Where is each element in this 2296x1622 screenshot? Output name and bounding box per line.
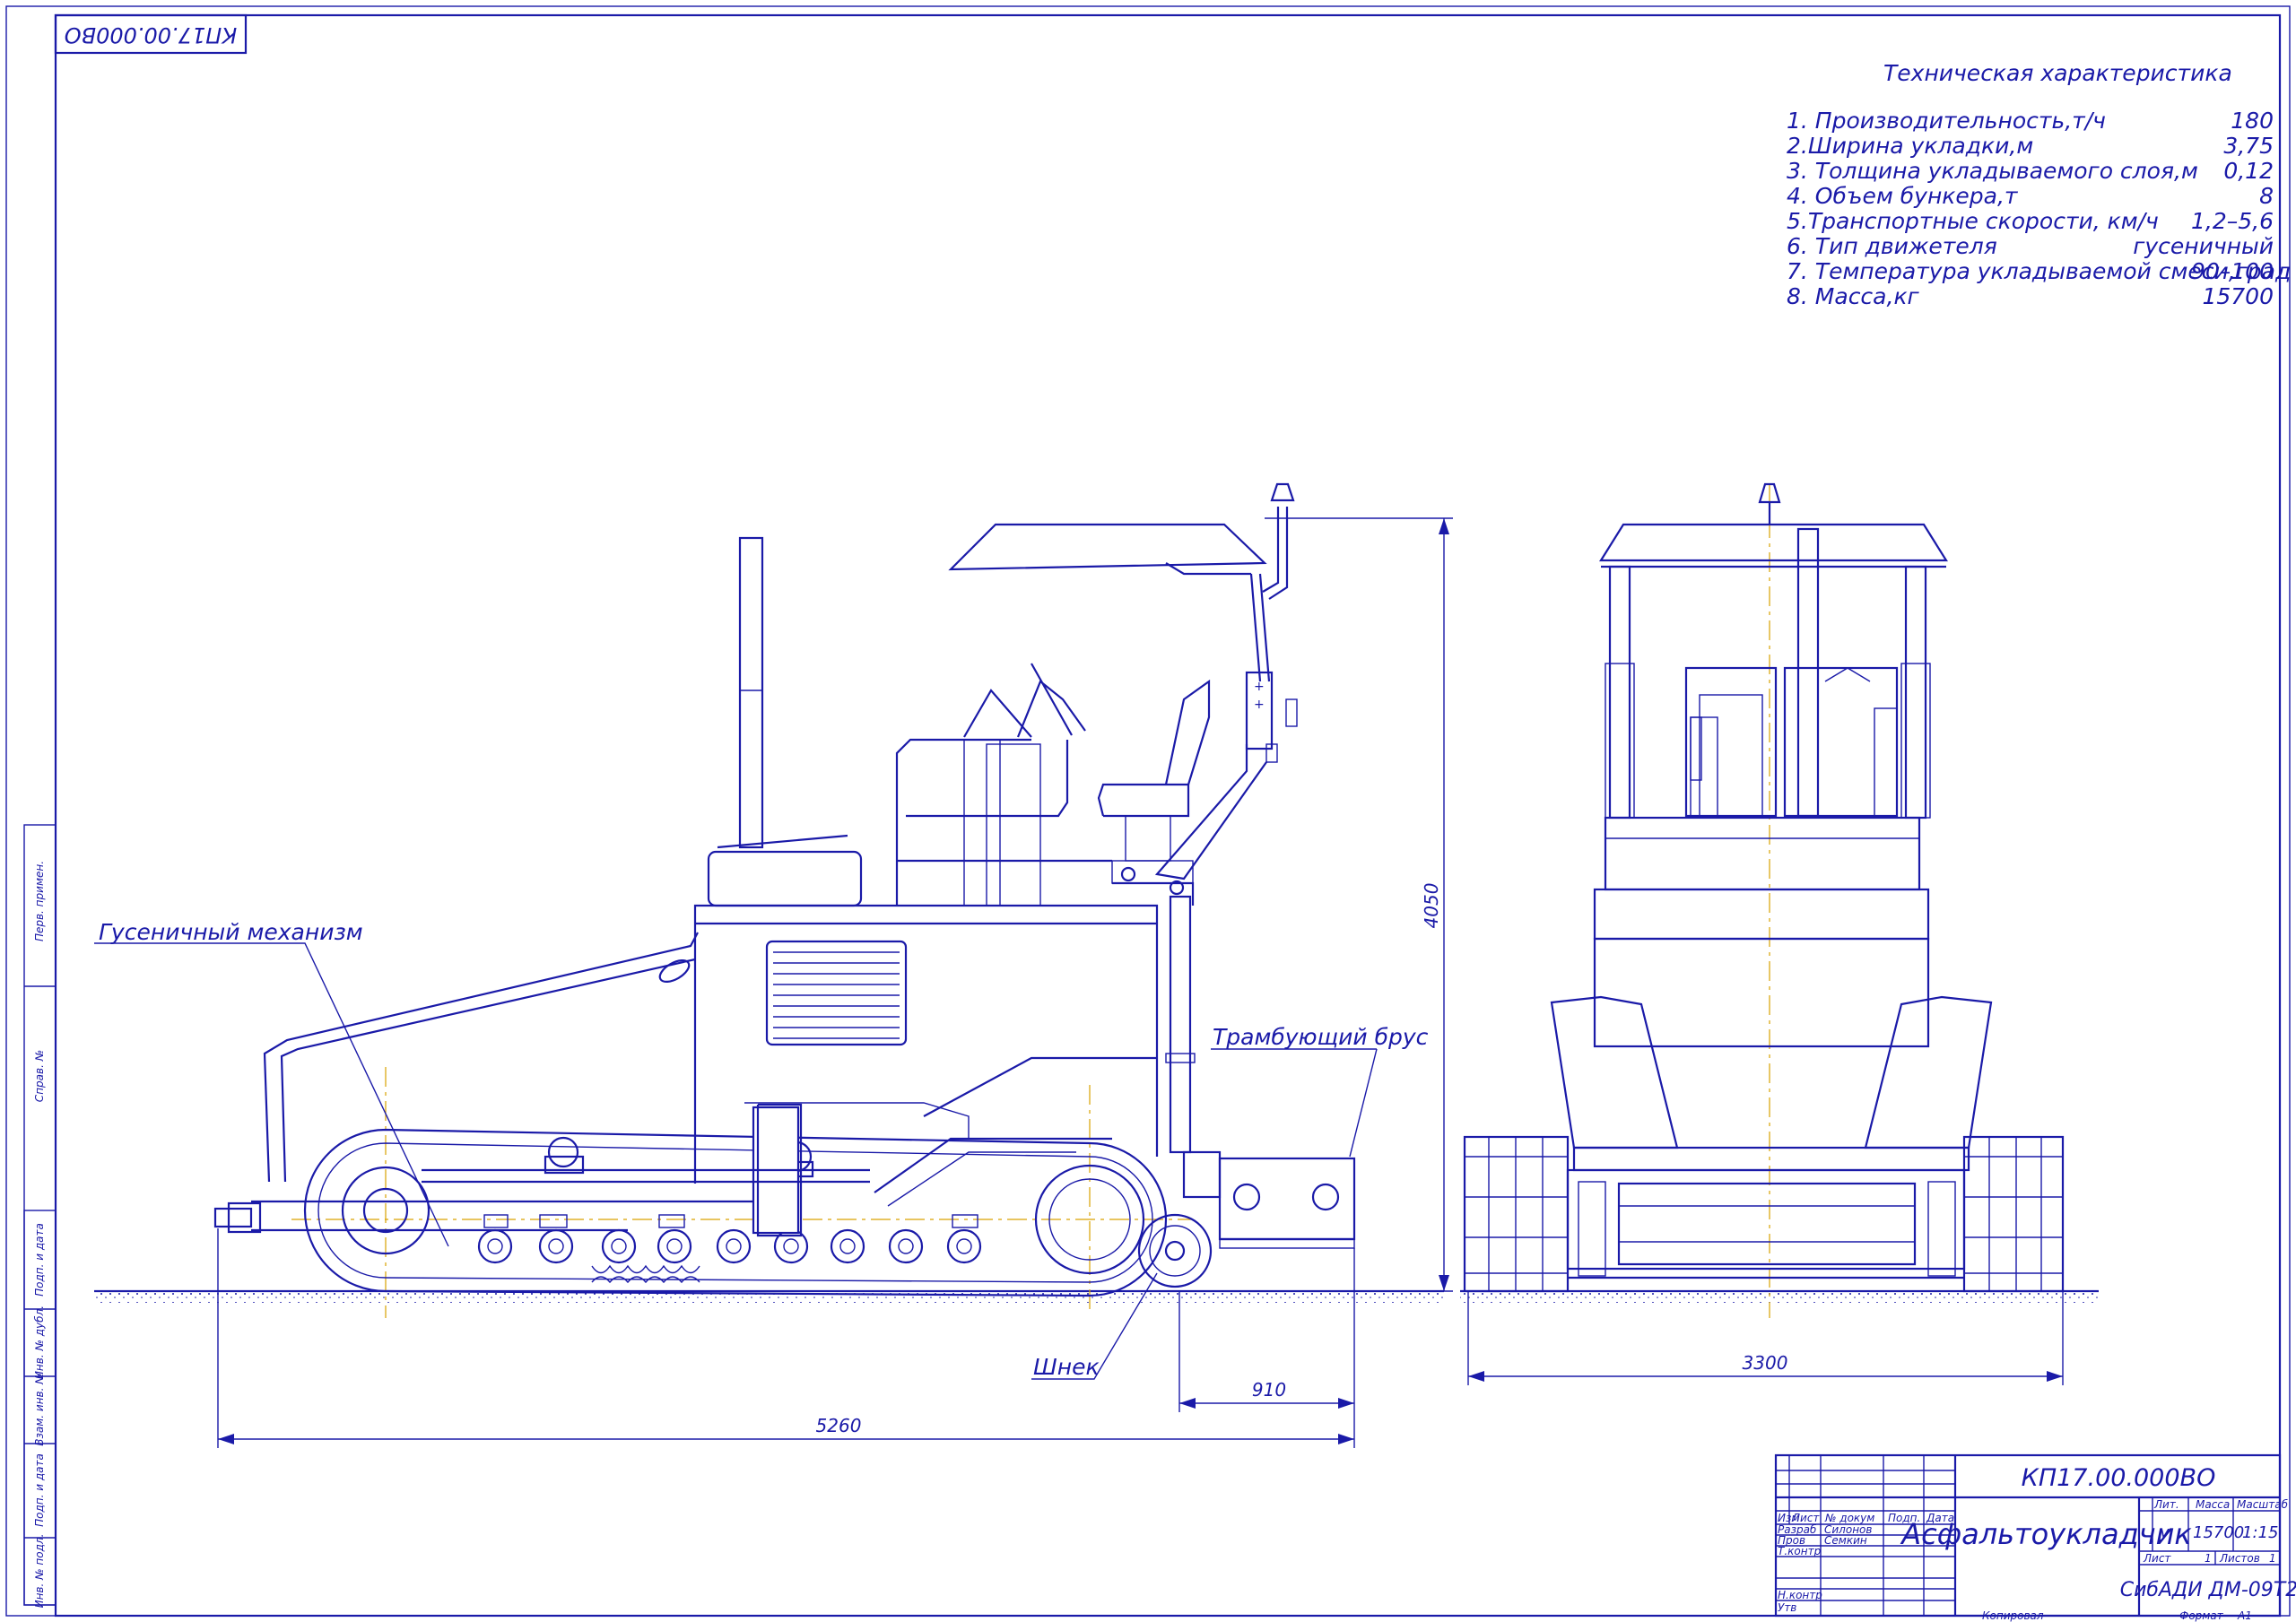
stamp-label-6: Инв. № подл. [33,1534,46,1609]
scale-label: Масштаб [2237,1498,2289,1511]
side-stamp: Перв. примен. Справ. № Подп. и дата Инв.… [23,824,57,1609]
spec-value: 15700 [2202,283,2274,309]
svg-text:+: + [1254,680,1265,694]
copied-label: Копировал [1982,1609,2044,1622]
sheet-label: Лист [2143,1552,2171,1565]
checker-name: Семкин [1824,1534,1867,1547]
mass-label: Масса [2196,1498,2230,1511]
row-label-2: Т.контр [1778,1545,1822,1557]
drawing-sheet: КП17.00.000ВО Перв. примен. Справ. № Под… [5,5,2296,1622]
lit-label: Лит. [2153,1498,2179,1511]
spec-label: 6. Тип движетеля [1787,233,1997,259]
spec-value: 1,2–5,6 [2191,208,2274,234]
lit-value: у [2159,1523,2170,1542]
sheet-value: 1 [2205,1552,2212,1565]
svg-text:+: + [1254,698,1265,712]
stamp-label-2: Подп. и дата [33,1223,46,1297]
callout-track: Гусеничный механизм [94,919,449,1247]
callout-tamper-label: Трамбующий брус [1213,1024,1429,1050]
spec-value: 180 [2231,108,2274,134]
sheets-value: 1 [2269,1552,2276,1565]
dimension-rear-overhang: 910 [1178,1291,1354,1412]
sheets-label: Листов [2219,1552,2260,1565]
dim-overhang-value: 910 [1252,1379,1286,1401]
spec-label: 4. Объем бункера,т [1787,183,2019,209]
dim-height-value: 4050 [1421,883,1442,929]
dimension-width: 3300 [1467,1291,2064,1385]
dim-length-value: 5260 [816,1415,862,1436]
stamp-label-1: Справ. № [33,1050,46,1102]
callout-auger: Шнек [1031,1272,1158,1380]
spec-rows: 1. Производительность,т/ч 180 2.Ширина укл… [1787,108,2291,309]
front-view-paver [1463,482,2065,1318]
stamp-label-4: Взам. инв. № [33,1373,46,1445]
spec-label: 5.Транспортные скорости, км/ч [1787,208,2159,234]
spec-value: 90–100 [2191,258,2274,284]
scale-value: 1:15 [2242,1523,2278,1542]
title-code: КП17.00.000ВО [2022,1464,2216,1492]
col-header-4: Дата [1926,1512,1954,1524]
col-header-3: Подп. [1888,1512,1920,1524]
spec-title: Техническая характеристика [1883,60,2232,86]
callout-auger-label: Шнек [1033,1354,1100,1380]
dimension-height: 4050 [1265,517,1453,1292]
callout-tamper: Трамбующий брус [1211,1024,1429,1158]
stamp-label-5: Подп. и дата [33,1453,46,1527]
spec-label: 1. Производительность,т/ч [1787,108,2106,134]
format-label: Формат [2179,1609,2224,1622]
format-value: А1 [2237,1609,2252,1622]
organization: СибАДИ ДМ-09Т2 [2120,1579,2296,1601]
title-block: КП17.00.000ВО Асфальтоукладчик Изм Лист … [1774,1453,2296,1618]
rotated-drawing-code: КП17.00.000ВО [65,22,238,48]
spec-label: 2.Ширина укладки,м [1787,133,2033,159]
col-header-2: № докум [1824,1512,1874,1524]
row-label-4: Утв [1778,1601,1796,1614]
spec-value: 3,75 [2223,133,2274,159]
callout-track-label: Гусеничный механизм [99,919,363,945]
spec-block: Техническая характеристика 1. Производит… [1787,60,2291,309]
col-header-1: Лист [1791,1512,1820,1524]
ground [94,1289,2099,1303]
spec-value: 8 [2259,183,2274,209]
stamp-label-0: Перв. примен. [33,861,46,941]
spec-value: 0,12 [2223,158,2274,184]
spec-label: 8. Масса,кг [1787,283,1920,309]
side-view-paver: + + [213,482,1356,1318]
stamp-label-3: Инв. № дубл. [33,1305,46,1379]
row-label-3: Н.контр [1778,1589,1822,1601]
spec-label: 3. Толщина укладываемого слоя,м [1787,158,2198,184]
spec-value: гусеничный [2133,233,2274,259]
mass-value: 15700 [2193,1523,2244,1542]
rotated-code-box: КП17.00.000ВО [54,13,248,55]
dim-width-value: 3300 [1743,1352,1788,1374]
